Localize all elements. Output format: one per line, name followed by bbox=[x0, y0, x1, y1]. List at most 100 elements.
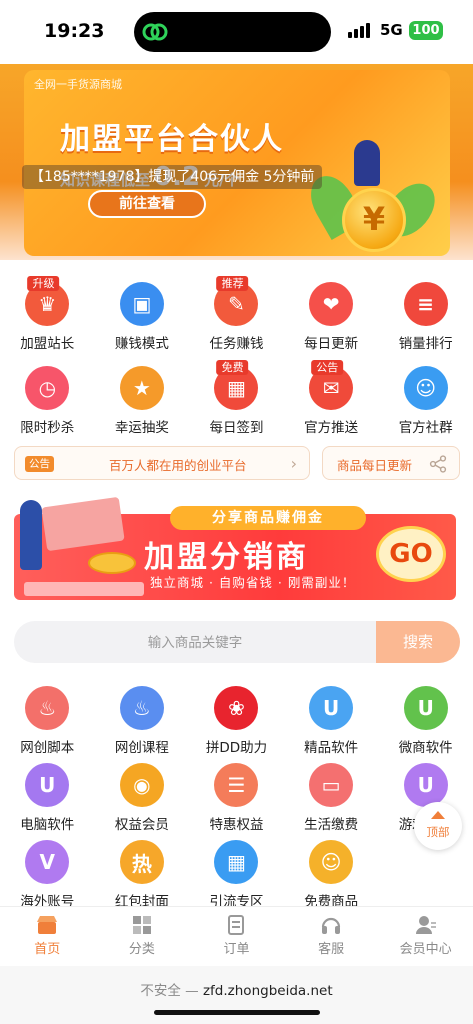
insecure-label: 不安全 bbox=[140, 983, 181, 999]
item-tag-badge: 免费 bbox=[216, 360, 249, 375]
grid-item[interactable]: ♨ 网创课程 bbox=[95, 686, 190, 772]
promo-subline: 独立商城 · 自购省钱 · 刚需副业！ bbox=[150, 575, 356, 590]
back-to-top-button[interactable]: 顶部 bbox=[414, 802, 462, 850]
share-icon bbox=[429, 455, 447, 473]
grid-item[interactable]: U 精品软件 bbox=[284, 686, 379, 772]
grid-item[interactable]: ★ 幸运抽奖 bbox=[95, 366, 190, 452]
flame-icon: ♨ bbox=[25, 686, 70, 730]
notice-badge: 公告 bbox=[25, 456, 54, 472]
notice-text: 百万人都在用的创业平台 bbox=[109, 458, 247, 473]
grid-item[interactable]: ♛ 升级 加盟站长 bbox=[0, 276, 95, 368]
hot-icon: 热 bbox=[119, 840, 164, 884]
chat-icon: ☺ bbox=[403, 366, 448, 410]
grid-item-label: 拼DD助力 bbox=[205, 740, 268, 756]
grid-item[interactable]: ♨ 网创脚本 bbox=[0, 686, 95, 772]
grid-item[interactable]: ✉ 公告 官方推送 bbox=[284, 360, 379, 452]
coins-icon: ◉ bbox=[119, 763, 164, 807]
menu-grid-row-2: ◷ 限时秒杀 ★ 幸运抽奖 ▦ 免费 每日签到 ✉ 公告 官方推送 ☺ 官方社群 bbox=[0, 360, 473, 452]
banner-title: 加盟平台合伙人 bbox=[60, 122, 284, 157]
network-type: 5G bbox=[380, 21, 403, 39]
grid-item[interactable]: ▦ 免费 每日签到 bbox=[189, 360, 284, 452]
order-icon bbox=[228, 915, 245, 935]
tab-item[interactable]: 客服 bbox=[284, 907, 379, 966]
grid-item[interactable]: ≡ 销量排行 bbox=[378, 282, 473, 368]
grid-item[interactable]: ✎ 推荐 任务赚钱 bbox=[189, 276, 284, 368]
coin-icon: ¥ bbox=[342, 188, 406, 252]
browser-url-bar[interactable]: 不安全 — zfd.zhongbeida.net bbox=[0, 966, 473, 1024]
banner-cta-button[interactable]: 前往查看 bbox=[88, 190, 206, 218]
distributor-promo-banner[interactable]: 分享商品赚佣金 加盟分销商 独立商城 · 自购省钱 · 刚需副业！ GO bbox=[14, 496, 458, 604]
grid-item[interactable]: ❀ 拼DD助力 bbox=[189, 686, 284, 772]
tab-item[interactable]: 会员中心 bbox=[378, 907, 473, 966]
vip-icon: V bbox=[25, 840, 70, 884]
shop-icon bbox=[37, 916, 58, 934]
platform-illustration bbox=[24, 582, 144, 596]
item-tag-badge: 推荐 bbox=[216, 276, 249, 291]
promo-ribbon: 分享商品赚佣金 bbox=[170, 506, 366, 530]
daily-update-label: 商品每日更新 bbox=[337, 458, 413, 473]
search-button[interactable]: 搜索 bbox=[376, 621, 460, 663]
dynamic-island bbox=[134, 12, 331, 52]
tab-label: 首页 bbox=[34, 942, 61, 957]
grid-item-label: 限时秒杀 bbox=[20, 420, 75, 436]
grid-item-label: 赚钱模式 bbox=[114, 336, 169, 352]
grid-item-label: 特惠权益 bbox=[209, 817, 264, 833]
mobile-browser-page: 19:23 5G 100 全网一手货源商城 加盟平台合伙人 知识课程低至 0.2 元… bbox=[0, 0, 473, 1024]
grid-item-label: 微商软件 bbox=[398, 740, 453, 756]
free-icon: ☺ bbox=[309, 840, 354, 884]
u-icon: U bbox=[25, 763, 70, 807]
grid-item-label: 官方社群 bbox=[398, 420, 453, 436]
grid-item[interactable]: U 电脑软件 bbox=[0, 763, 95, 849]
grid-item[interactable]: ☺ 官方社群 bbox=[378, 366, 473, 452]
grid-item[interactable]: ◉ 权益会员 bbox=[95, 763, 190, 849]
headset-icon bbox=[321, 917, 341, 934]
u-icon: U bbox=[403, 686, 448, 730]
search-input[interactable] bbox=[14, 621, 376, 663]
chevron-right-icon: › bbox=[290, 454, 297, 473]
grid-item[interactable]: U 微商软件 bbox=[378, 686, 473, 772]
grid-item[interactable]: ◷ 限时秒杀 bbox=[0, 366, 95, 452]
search-bar: 搜索 bbox=[14, 621, 460, 663]
u-icon: U bbox=[309, 686, 354, 730]
menu-icon: ☰ bbox=[214, 763, 259, 807]
tab-label: 客服 bbox=[318, 942, 345, 957]
status-bar: 19:23 5G 100 bbox=[0, 0, 473, 64]
promo-go-button[interactable]: GO bbox=[376, 526, 446, 582]
link-icon bbox=[142, 23, 168, 41]
rank-icon: ≡ bbox=[403, 282, 448, 326]
grid-item[interactable]: ❤ 每日更新 bbox=[284, 282, 379, 368]
lottery-icon: ★ bbox=[119, 366, 164, 410]
item-tag-badge: 公告 bbox=[311, 360, 344, 375]
person-illustration bbox=[354, 140, 380, 186]
hero-banner[interactable]: 全网一手货源商城 加盟平台合伙人 知识课程低至 0.2 元/个 前往查看 ¥ bbox=[24, 70, 450, 256]
hero-banner-area: 全网一手货源商城 加盟平台合伙人 知识课程低至 0.2 元/个 前往查看 ¥ 【18… bbox=[0, 64, 473, 260]
grid-item-label: 幸运抽奖 bbox=[114, 420, 169, 436]
bottom-tab-bar: 首页 分类 订单 客服 会员中心 bbox=[0, 906, 473, 966]
tab-item[interactable]: 订单 bbox=[189, 907, 284, 966]
gift-icon: ❤ bbox=[309, 282, 354, 326]
grid-item-label: 官方推送 bbox=[304, 420, 359, 436]
daily-update-button[interactable]: 商品每日更新 bbox=[322, 446, 460, 480]
man-illustration bbox=[20, 500, 42, 570]
flame-icon: ♨ bbox=[119, 686, 164, 730]
grid-item[interactable]: ▭ 生活缴费 bbox=[284, 763, 379, 849]
notice-bar[interactable]: 公告 百万人都在用的创业平台 › bbox=[14, 446, 310, 480]
tab-item[interactable]: 分类 bbox=[95, 907, 190, 966]
u-icon: U bbox=[403, 763, 448, 807]
grid-icon: ▦ bbox=[214, 840, 259, 884]
grid-item[interactable]: ☰ 特惠权益 bbox=[189, 763, 284, 849]
grid-item[interactable]: ▣ 赚钱模式 bbox=[95, 282, 190, 368]
category-grid-row-2: U电脑软件◉权益会员☰特惠权益▭生活缴费U游戏专区 bbox=[0, 763, 473, 849]
battery-indicator: 100 bbox=[409, 21, 443, 40]
back-to-top-label: 顶部 bbox=[426, 825, 450, 839]
category-icon bbox=[132, 916, 151, 934]
grid-item-label: 生活缴费 bbox=[304, 817, 359, 833]
home-indicator bbox=[154, 1010, 320, 1015]
monitor-icon: ▣ bbox=[119, 282, 164, 326]
signal-icon bbox=[348, 22, 370, 38]
item-tag-badge: 升级 bbox=[27, 276, 60, 291]
grid-item-label: 网创脚本 bbox=[20, 740, 75, 756]
tab-label: 会员中心 bbox=[399, 942, 452, 957]
tab-item[interactable]: 首页 bbox=[0, 907, 95, 966]
grid-item-label: 网创课程 bbox=[114, 740, 169, 756]
